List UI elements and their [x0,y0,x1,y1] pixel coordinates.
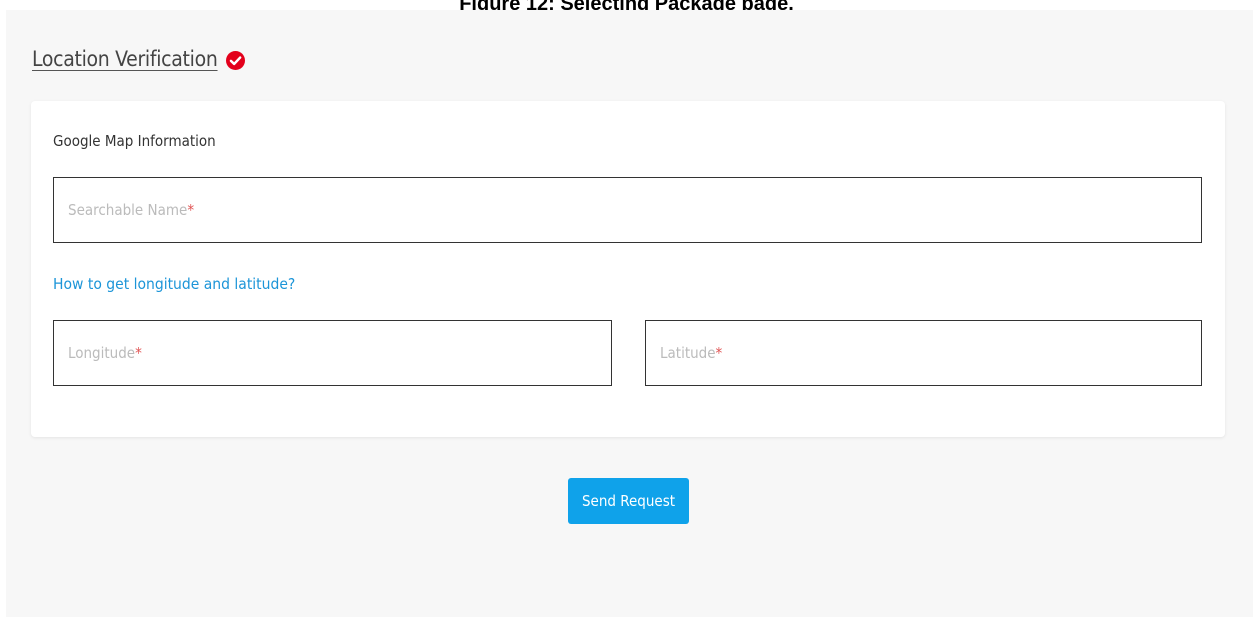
longitude-latitude-help-link[interactable]: How to get longitude and latitude? [53,275,295,293]
latitude-input[interactable]: Latitude * [645,320,1202,386]
longitude-placeholder: Longitude [68,344,136,362]
google-map-card: Google Map Information Searchable Name * … [31,101,1225,437]
check-circle-icon [225,50,245,70]
required-mark: * [135,344,142,362]
card-heading: Google Map Information [53,132,216,150]
figure-caption: Figure 12: Selecting Package page. [0,0,1253,10]
required-mark: * [715,344,723,362]
section-title[interactable]: Location Verification [32,47,218,71]
send-request-button[interactable]: Send Request [568,478,689,524]
latitude-placeholder: Latitude [660,344,716,362]
section-header: Location Verification [32,47,245,71]
searchable-name-placeholder: Searchable Name [68,201,188,219]
longitude-input[interactable]: Longitude * [53,320,612,386]
required-mark: * [187,201,195,219]
location-verification-page: Location Verification Google Map Informa… [6,10,1253,617]
searchable-name-input[interactable]: Searchable Name * [53,177,1202,243]
